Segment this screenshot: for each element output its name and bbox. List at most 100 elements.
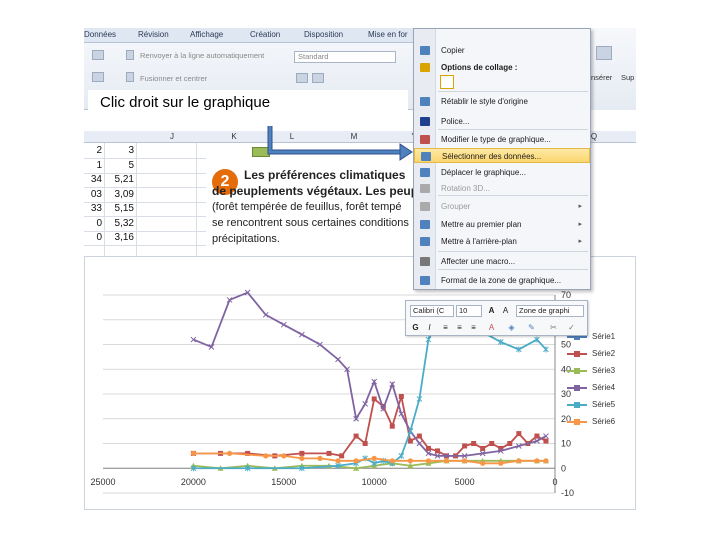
menu-item-chart-type[interactable]: Modifier le type de graphique... xyxy=(414,132,590,147)
data-point xyxy=(507,441,513,446)
data-point xyxy=(389,423,395,429)
indent-icon[interactable] xyxy=(92,72,104,82)
grid-line xyxy=(84,172,224,174)
menu-item-macro[interactable]: Affecter une macro... xyxy=(414,254,590,269)
shrink-font-icon[interactable]: A xyxy=(500,305,511,316)
align-center-icon[interactable]: ≡ xyxy=(454,322,465,333)
menu-item-bring-front[interactable]: Mettre au premier plan ▸ xyxy=(414,217,590,232)
column-header-j[interactable]: J xyxy=(162,132,182,141)
tab-donnees[interactable]: Données xyxy=(84,30,116,39)
data-point xyxy=(353,433,359,439)
legend-entry[interactable]: Série6 xyxy=(566,415,636,429)
legend-marker xyxy=(574,419,580,425)
merge-center-button[interactable]: Fusionner et centrer xyxy=(140,74,207,83)
data-point xyxy=(516,431,522,437)
font-size-select[interactable]: 10 xyxy=(456,305,482,317)
table-cell[interactable]: 33 xyxy=(84,202,102,216)
menu-item-label: Copier xyxy=(441,46,465,55)
menu-separator xyxy=(438,129,588,130)
menu-item-label: Sélectionner des données... xyxy=(442,152,542,161)
font-color-icon[interactable]: A xyxy=(486,322,497,333)
menu-item-group[interactable]: Grouper ▸ xyxy=(414,199,590,214)
table-cell[interactable]: 3,16 xyxy=(106,231,134,245)
wrap-text-button[interactable]: Renvoyer à la ligne automatiquement xyxy=(140,51,264,60)
legend-entry[interactable]: Série3 xyxy=(566,364,636,378)
table-cell[interactable]: 1 xyxy=(84,159,102,173)
table-cell[interactable]: 34 xyxy=(84,173,102,187)
legend-entry[interactable]: Série2 xyxy=(566,347,636,361)
data-point xyxy=(339,453,345,459)
line-chart[interactable]: 706050403020100-102500020000150001000050… xyxy=(84,256,636,510)
currency-icon[interactable] xyxy=(296,73,308,83)
grow-font-icon[interactable]: A xyxy=(486,305,497,316)
outline-color-icon[interactable]: ✎ xyxy=(526,322,537,333)
embedded-slide-image: 2 Les préférences climatiques de peuplem… xyxy=(206,157,422,255)
insert-cells-label[interactable]: nsérer xyxy=(591,73,612,82)
move-chart-icon xyxy=(420,168,430,177)
insert-cells-icon[interactable] xyxy=(596,46,612,60)
align-right-icon[interactable]: ≡ xyxy=(468,322,479,333)
percent-icon[interactable] xyxy=(312,73,324,83)
context-menu: Copier Options de collage : Rétablir le st… xyxy=(413,28,591,290)
tab-revision[interactable]: Révision xyxy=(138,30,169,39)
data-point xyxy=(543,438,549,444)
grid-line xyxy=(104,143,105,257)
tab-creation[interactable]: Création xyxy=(250,30,280,39)
tab-disposition[interactable]: Disposition xyxy=(304,30,343,39)
table-cell[interactable]: 0 xyxy=(84,231,102,245)
menu-item-send-back[interactable]: Mettre à l'arrière-plan ▸ xyxy=(414,234,590,249)
x-tick-label: 25000 xyxy=(90,477,115,487)
table-cell[interactable]: 0 xyxy=(84,217,102,231)
delete-cells-label[interactable]: Sup xyxy=(621,73,634,82)
card-text-line: se rencontrent sous certaines conditions xyxy=(212,217,409,229)
grid-line xyxy=(84,216,224,217)
menu-item-label: Options de collage : xyxy=(441,63,518,72)
table-cell[interactable]: 5,15 xyxy=(106,202,134,216)
bold-icon[interactable]: G xyxy=(410,322,421,333)
data-point xyxy=(498,460,504,466)
table-cell[interactable]: 5,21 xyxy=(106,173,134,187)
chart-element-select[interactable]: Zone de graphi xyxy=(516,305,584,317)
reset-style-icon xyxy=(420,97,430,106)
menu-item-copy[interactable]: Copier xyxy=(414,43,590,58)
menu-item-reset-style[interactable]: Rétablir le style d'origine xyxy=(414,94,590,109)
data-point xyxy=(299,455,305,461)
font-name-select[interactable]: Calibri (C xyxy=(410,305,454,317)
y-tick-label: 70 xyxy=(561,290,571,300)
menu-item-label: Rétablir le style d'origine xyxy=(441,97,528,106)
data-point xyxy=(407,458,413,464)
legend-label: Série5 xyxy=(592,400,616,409)
data-point xyxy=(371,455,377,461)
clear-format-icon[interactable]: ✓ xyxy=(566,322,577,333)
column-header-k[interactable]: K xyxy=(224,132,244,141)
card-text-line: précipitations. xyxy=(212,233,280,245)
table-cell[interactable]: 5,32 xyxy=(106,217,134,231)
menu-item-label: Rotation 3D... xyxy=(441,184,490,193)
legend-entry[interactable]: Série4 xyxy=(566,381,636,395)
table-cell[interactable]: 03 xyxy=(84,188,102,202)
table-cell[interactable]: 5 xyxy=(106,159,134,173)
menu-item-font[interactable]: Police... xyxy=(414,114,590,129)
menu-item-format-chart-area[interactable]: Format de la zone de graphique... xyxy=(414,273,590,288)
menu-item-paste[interactable]: Options de collage : xyxy=(414,60,590,75)
menu-separator xyxy=(438,251,588,252)
tab-affichage[interactable]: Affichage xyxy=(190,30,223,39)
table-cell[interactable]: 3 xyxy=(106,144,134,158)
align-left-icon[interactable]: ≡ xyxy=(440,322,451,333)
format-painter-icon[interactable]: ✂ xyxy=(548,322,559,333)
table-cell[interactable]: 3,09 xyxy=(106,188,134,202)
paste-option-icon[interactable] xyxy=(440,75,454,89)
menu-item-select-data[interactable]: Sélectionner des données... xyxy=(414,148,590,163)
data-point xyxy=(471,441,477,446)
fill-color-icon[interactable]: ◈ xyxy=(506,322,517,333)
legend-entry[interactable]: Série5 xyxy=(566,398,636,412)
menu-item-move-chart[interactable]: Déplacer le graphique... xyxy=(414,165,590,180)
italic-icon[interactable]: I xyxy=(424,322,435,333)
number-format-select[interactable]: Standard xyxy=(294,51,396,63)
tab-mise-en-forme[interactable]: Mise en for xyxy=(368,30,408,39)
align-icon[interactable] xyxy=(92,50,104,60)
table-cell[interactable]: 2 xyxy=(84,144,102,158)
menu-item-rotation-3d[interactable]: Rotation 3D... xyxy=(414,181,590,196)
chart-plot[interactable]: 706050403020100-102500020000150001000050… xyxy=(85,257,637,511)
data-point xyxy=(299,450,305,456)
